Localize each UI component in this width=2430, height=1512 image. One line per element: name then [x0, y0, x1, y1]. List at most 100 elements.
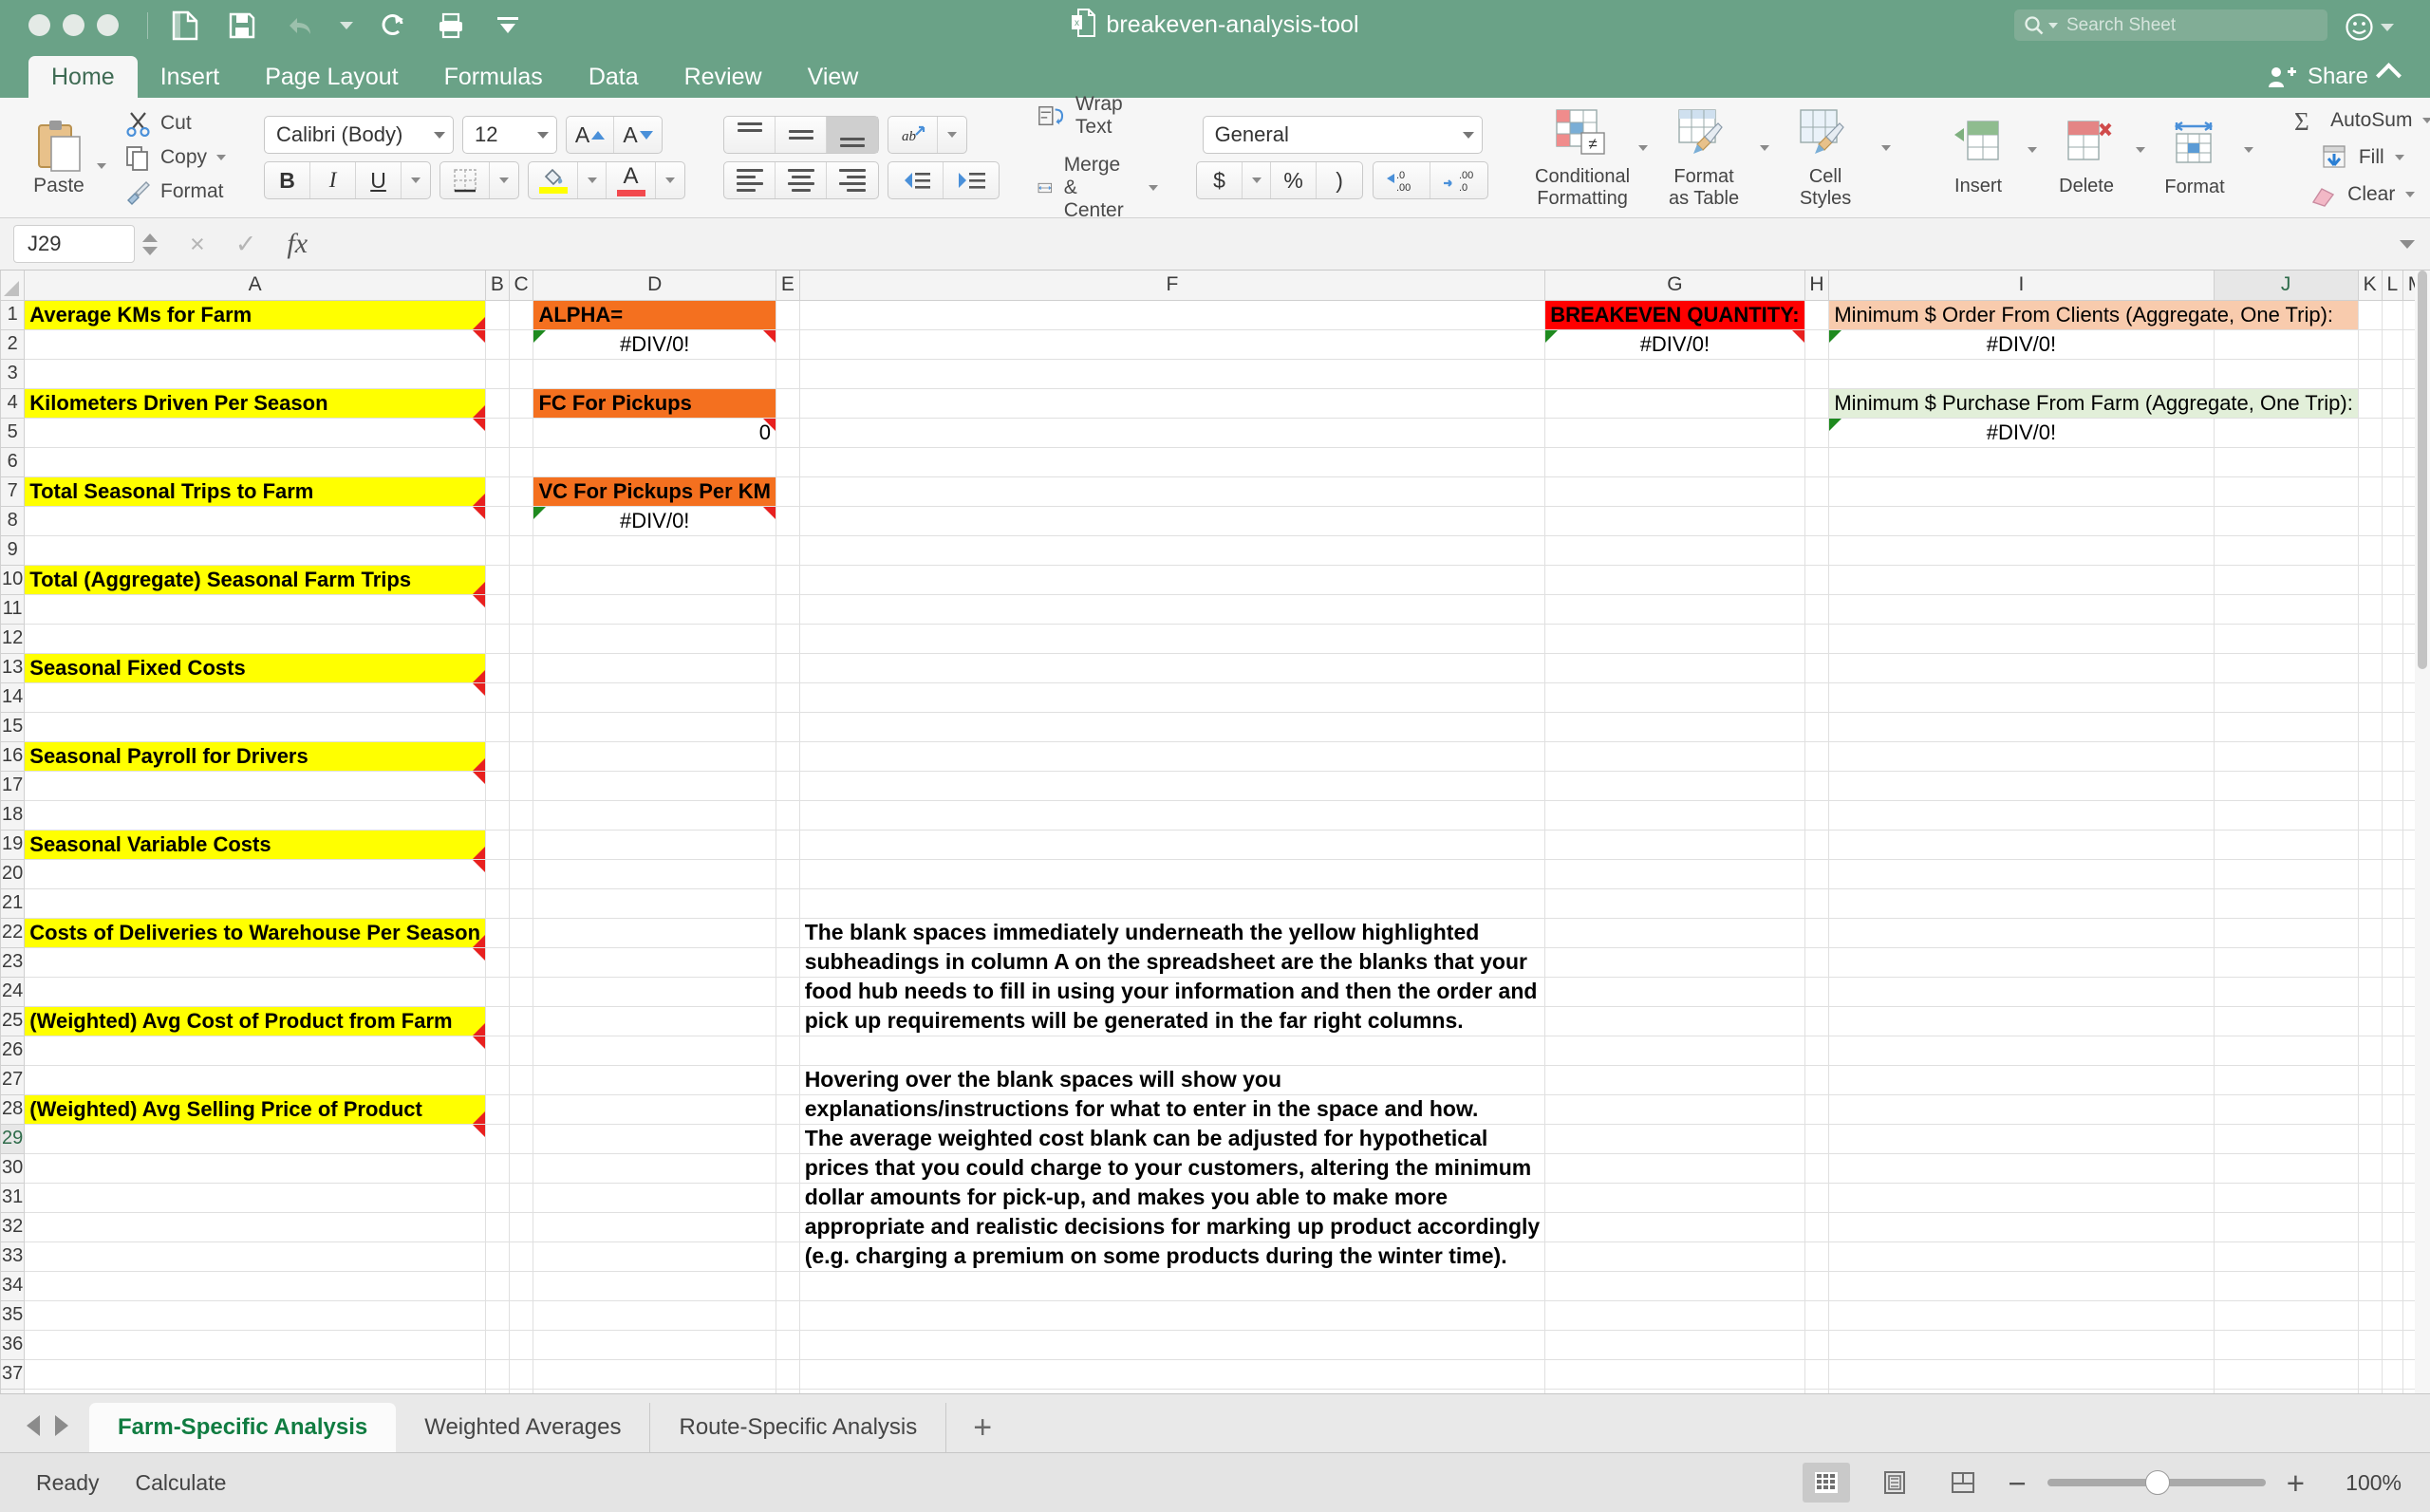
cell-I16[interactable]: [1828, 740, 2215, 772]
cell-F7[interactable]: [798, 476, 1546, 507]
stepper-down-icon[interactable]: [142, 246, 158, 255]
cell-G30[interactable]: [1544, 1152, 1805, 1184]
cell-J5[interactable]: [2213, 417, 2359, 448]
cell-L16[interactable]: [2381, 740, 2404, 772]
cell-D10[interactable]: [533, 564, 776, 595]
cell-L5[interactable]: [2381, 417, 2404, 448]
increase-decimal-button[interactable]: .00.0: [1430, 162, 1487, 198]
cell-H17[interactable]: [1804, 770, 1830, 801]
row-header-6[interactable]: 6: [0, 446, 26, 477]
tab-data[interactable]: Data: [566, 56, 662, 98]
cell-K29[interactable]: [2357, 1123, 2383, 1154]
cell-A26[interactable]: [24, 1035, 487, 1066]
cell-F10[interactable]: [798, 564, 1546, 595]
cell-B10[interactable]: [485, 564, 510, 595]
cell-A35[interactable]: [24, 1299, 487, 1331]
autosum-button[interactable]: Σ AutoSum: [2291, 107, 2430, 134]
cell-K23[interactable]: [2357, 946, 2383, 978]
cell-J32[interactable]: [2213, 1211, 2359, 1242]
cell-F3[interactable]: [798, 358, 1546, 389]
cell-L32[interactable]: [2381, 1211, 2404, 1242]
cell-E27[interactable]: [776, 1064, 800, 1095]
cell-G13[interactable]: [1544, 652, 1805, 683]
cell-J24[interactable]: [2213, 976, 2359, 1007]
cell-G21[interactable]: [1544, 887, 1805, 919]
cell-L23[interactable]: [2381, 946, 2404, 978]
cell-H34[interactable]: [1804, 1270, 1830, 1301]
cell-B29[interactable]: [485, 1123, 510, 1154]
cell-B16[interactable]: [485, 740, 510, 772]
cell-B19[interactable]: [485, 829, 510, 860]
cell-J20[interactable]: [2213, 858, 2359, 889]
cell-A28[interactable]: (Weighted) Avg Selling Price of Product: [24, 1093, 487, 1125]
maximize-window-button[interactable]: [97, 14, 119, 36]
cell-H21[interactable]: [1804, 887, 1830, 919]
cell-H4[interactable]: [1804, 387, 1830, 419]
cell-E23[interactable]: [776, 946, 800, 978]
row-header-8[interactable]: 8: [0, 505, 26, 536]
new-from-template-icon[interactable]: [169, 9, 201, 42]
cell-I14[interactable]: [1828, 681, 2215, 713]
cell-C33[interactable]: [508, 1241, 534, 1272]
cell-H31[interactable]: [1804, 1182, 1830, 1213]
cell-H15[interactable]: [1804, 711, 1830, 742]
cell-A4[interactable]: Kilometers Driven Per Season: [24, 387, 487, 419]
cell-L35[interactable]: [2381, 1299, 2404, 1331]
cell-C31[interactable]: [508, 1182, 534, 1213]
cell-C12[interactable]: [508, 623, 534, 654]
cell-J25[interactable]: [2213, 1005, 2359, 1036]
cell-B6[interactable]: [485, 446, 510, 477]
cell-B27[interactable]: [485, 1064, 510, 1095]
cell-I17[interactable]: [1828, 770, 2215, 801]
cell-K26[interactable]: [2357, 1035, 2383, 1066]
align-middle-button[interactable]: [776, 117, 828, 153]
save-icon[interactable]: [226, 9, 258, 42]
cell-H12[interactable]: [1804, 623, 1830, 654]
cell-A7[interactable]: Total Seasonal Trips to Farm: [24, 476, 487, 507]
cell-E33[interactable]: [776, 1241, 800, 1272]
cell-D12[interactable]: [533, 623, 776, 654]
feedback-menu[interactable]: [2345, 12, 2394, 42]
merge-dropdown-icon[interactable]: [1149, 185, 1159, 191]
comma-format-button[interactable]: ): [1317, 162, 1362, 198]
row-header-30[interactable]: 30: [0, 1152, 26, 1184]
row-header-25[interactable]: 25: [0, 1005, 26, 1036]
cell-G16[interactable]: [1544, 740, 1805, 772]
cell-D18[interactable]: [533, 799, 776, 831]
cell-B23[interactable]: [485, 946, 510, 978]
cell-A34[interactable]: [24, 1270, 487, 1301]
cell-B18[interactable]: [485, 799, 510, 831]
cell-G33[interactable]: [1544, 1241, 1805, 1272]
cell-C35[interactable]: [508, 1299, 534, 1331]
cell-K3[interactable]: [2357, 358, 2383, 389]
cell-I6[interactable]: [1828, 446, 2215, 477]
cell-D11[interactable]: [533, 593, 776, 625]
row-header-16[interactable]: 16: [0, 740, 26, 772]
cell-J11[interactable]: [2213, 593, 2359, 625]
cell-C32[interactable]: [508, 1211, 534, 1242]
sheet-nav-arrows[interactable]: [27, 1415, 68, 1436]
cell-G32[interactable]: [1544, 1211, 1805, 1242]
cell-C15[interactable]: [508, 711, 534, 742]
cell-B17[interactable]: [485, 770, 510, 801]
cell-B5[interactable]: [485, 417, 510, 448]
cell-L22[interactable]: [2381, 917, 2404, 948]
sheet-tab-route-specific-analysis[interactable]: Route-Specific Analysis: [650, 1403, 947, 1452]
cell-K25[interactable]: [2357, 1005, 2383, 1036]
cell-H1[interactable]: [1804, 299, 1830, 330]
cell-H16[interactable]: [1804, 740, 1830, 772]
conditional-formatting-dropdown-icon[interactable]: [1638, 145, 1649, 151]
cell-E19[interactable]: [776, 829, 800, 860]
cell-K34[interactable]: [2357, 1270, 2383, 1301]
cell-J33[interactable]: [2213, 1241, 2359, 1272]
row-header-21[interactable]: 21: [0, 887, 26, 919]
cell-L1[interactable]: [2381, 299, 2404, 330]
cell-A12[interactable]: [24, 623, 487, 654]
cell-F18[interactable]: [798, 799, 1546, 831]
cell-H18[interactable]: [1804, 799, 1830, 831]
delete-cells-dropdown-icon[interactable]: [2136, 147, 2146, 153]
cell-A37[interactable]: [24, 1358, 487, 1390]
cell-J36[interactable]: [2213, 1329, 2359, 1360]
share-button[interactable]: Share: [2268, 62, 2402, 90]
cell-J7[interactable]: [2213, 476, 2359, 507]
